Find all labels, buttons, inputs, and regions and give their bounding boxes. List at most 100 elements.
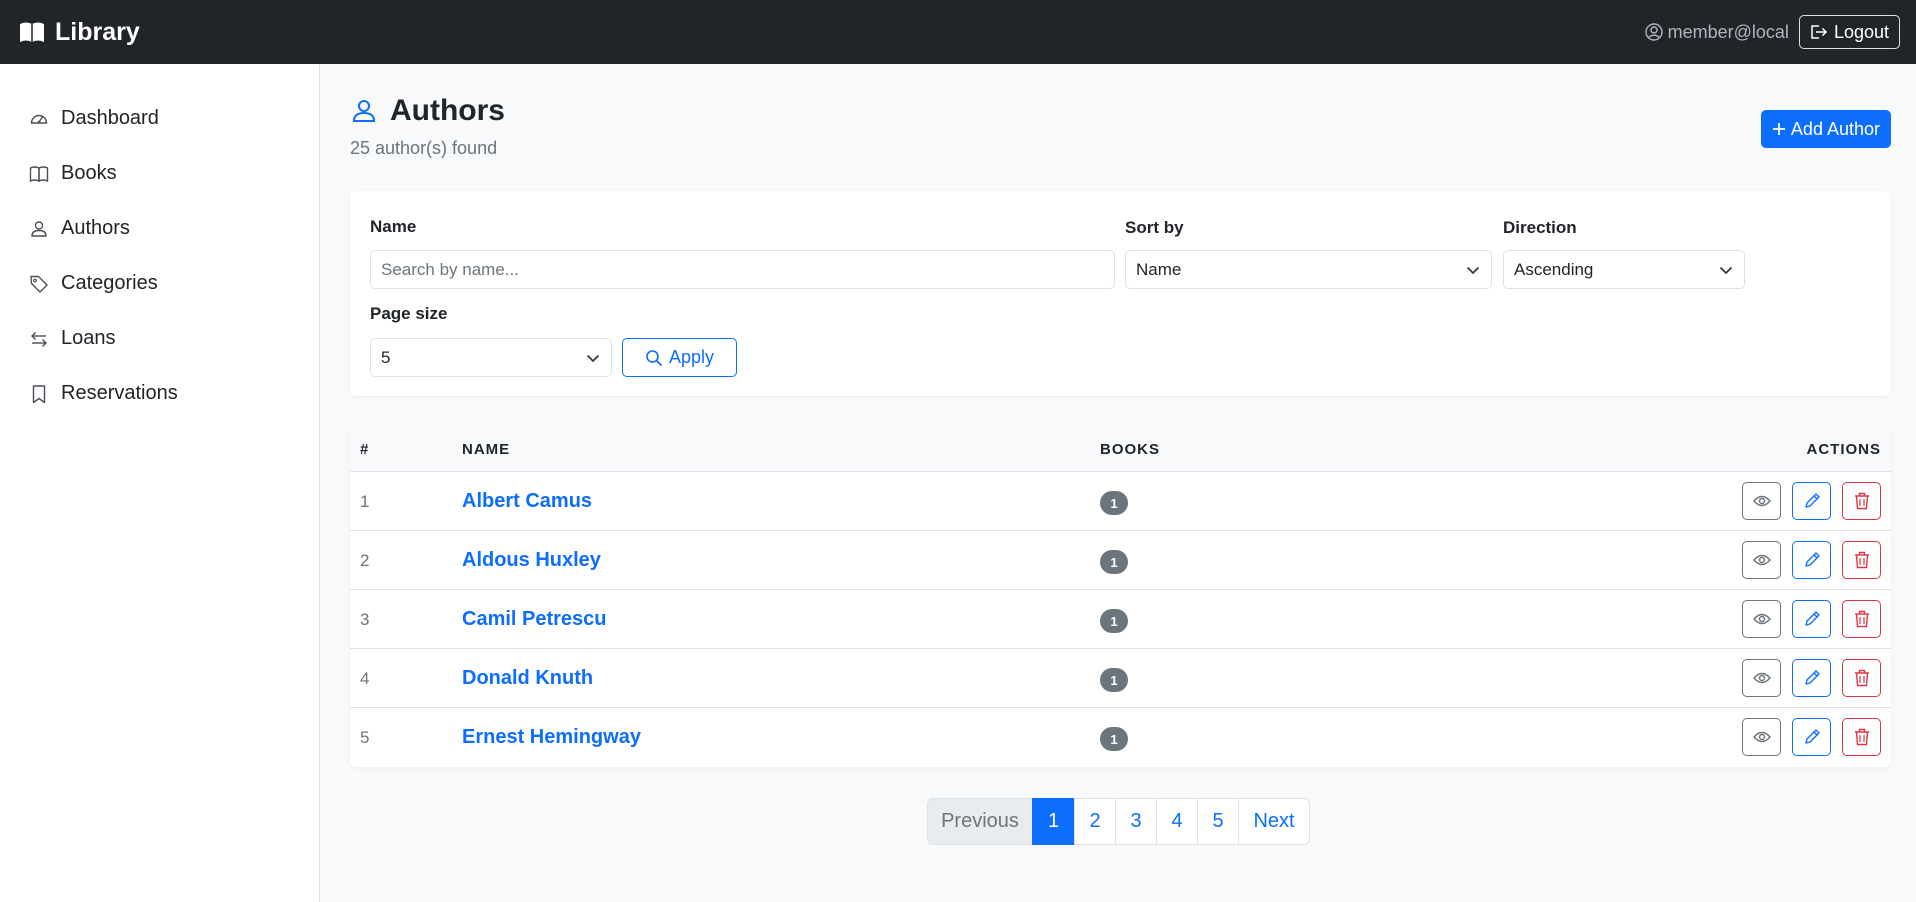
sidebar-item-categories[interactable]: Categories — [0, 256, 319, 311]
speedometer-icon — [30, 114, 48, 124]
sidebar-item-authors[interactable]: Authors — [0, 201, 319, 256]
author-name-link[interactable]: Camil Petrescu — [462, 608, 607, 631]
trash-icon — [1854, 610, 1869, 628]
search-icon — [646, 349, 663, 366]
column-header-books: BOOKS — [1100, 441, 1161, 458]
person-icon — [352, 100, 376, 122]
delete-button[interactable] — [1842, 600, 1881, 638]
page-button-3[interactable]: 3 — [1115, 798, 1157, 845]
row-actions — [1731, 541, 1881, 579]
book-open-icon — [20, 22, 44, 42]
table-row: 5 Ernest Hemingway 1 — [350, 708, 1891, 767]
delete-button[interactable] — [1842, 718, 1881, 756]
pencil-icon — [1804, 729, 1820, 744]
sidebar-item-label: Dashboard — [61, 107, 159, 129]
row-actions — [1731, 600, 1881, 638]
page-button-2[interactable]: 2 — [1074, 798, 1116, 845]
sidebar: Dashboard Books Authors Categories Loans — [0, 64, 320, 902]
direction-label: Direction — [1503, 218, 1577, 237]
page-size-select[interactable]: 5 — [370, 338, 612, 377]
view-button[interactable] — [1742, 600, 1781, 638]
author-name-link[interactable]: Aldous Huxley — [462, 549, 601, 572]
delete-button[interactable] — [1842, 659, 1881, 697]
book-icon — [29, 165, 49, 182]
sort-by-select[interactable]: Name — [1125, 250, 1492, 289]
eye-icon — [1752, 731, 1771, 743]
page-button-4[interactable]: 4 — [1156, 798, 1198, 845]
column-header-name[interactable]: NAME — [462, 441, 510, 458]
row-actions — [1731, 659, 1881, 697]
sidebar-item-label: Loans — [61, 327, 116, 349]
brand[interactable]: Library — [19, 18, 140, 47]
sidebar-item-dashboard[interactable]: Dashboard — [0, 91, 319, 146]
table-row: 4 Donald Knuth 1 — [350, 649, 1891, 708]
trash-icon — [1854, 669, 1869, 687]
current-user: member@local — [1644, 22, 1789, 43]
table-row: 2 Aldous Huxley 1 — [350, 531, 1891, 590]
table-row: 1 Albert Camus 1 — [350, 472, 1891, 531]
edit-button[interactable] — [1792, 718, 1831, 756]
view-button[interactable] — [1742, 718, 1781, 756]
pagination: Previous 1 2 3 4 5 Next — [927, 798, 1310, 845]
row-number: 1 — [360, 492, 370, 511]
result-count: 25 author(s) found — [350, 138, 498, 158]
direction-select[interactable]: Ascending — [1503, 250, 1745, 289]
edit-button[interactable] — [1792, 482, 1831, 520]
page-title: Authors — [350, 94, 505, 128]
author-name-link[interactable]: Donald Knuth — [462, 667, 593, 690]
sidebar-item-reservations[interactable]: Reservations — [0, 366, 319, 421]
apply-label: Apply — [668, 347, 715, 367]
author-name-link[interactable]: Albert Camus — [462, 490, 592, 513]
logout-label: Logout — [1833, 21, 1889, 42]
eye-icon — [1752, 554, 1771, 566]
row-number: 5 — [360, 728, 370, 747]
row-actions — [1731, 482, 1881, 520]
chevron-down-icon — [1466, 266, 1480, 274]
pencil-icon — [1804, 493, 1820, 508]
next-page-button[interactable]: Next — [1238, 798, 1310, 845]
name-filter-label: Name — [370, 217, 417, 236]
arrows-icon — [31, 331, 47, 347]
name-search-input[interactable] — [370, 250, 1115, 289]
page-title-text: Authors — [390, 94, 505, 127]
add-author-button[interactable]: Add Author — [1760, 110, 1891, 148]
table-header: # NAME BOOKS ACTIONS — [350, 426, 1891, 472]
trash-icon — [1854, 551, 1869, 569]
pencil-icon — [1804, 611, 1820, 626]
edit-button[interactable] — [1792, 541, 1831, 579]
delete-button[interactable] — [1842, 541, 1881, 579]
table-row: 3 Camil Petrescu 1 — [350, 590, 1891, 649]
sidebar-item-books[interactable]: Books — [0, 146, 319, 201]
previous-page-button[interactable]: Previous — [927, 798, 1033, 845]
top-navbar: Library member@local Logout — [0, 0, 1916, 64]
eye-icon — [1752, 495, 1771, 507]
view-button[interactable] — [1742, 482, 1781, 520]
pencil-icon — [1804, 670, 1820, 685]
edit-button[interactable] — [1792, 659, 1831, 697]
view-button[interactable] — [1742, 659, 1781, 697]
page-button-1[interactable]: 1 — [1032, 798, 1075, 845]
page-button-5[interactable]: 5 — [1197, 798, 1239, 845]
brand-name: Library — [55, 17, 140, 46]
view-button[interactable] — [1742, 541, 1781, 579]
logout-button[interactable]: Logout — [1798, 15, 1900, 49]
table-body: 1 Albert Camus 1 2 Aldous Huxley 1 3 Camil Petr… — [350, 472, 1891, 767]
apply-button[interactable]: Apply — [622, 338, 737, 377]
add-author-label: Add Author — [1790, 118, 1880, 139]
authors-table: # NAME BOOKS ACTIONS 1 Albert Camus 1 2 Aldo… — [350, 426, 1891, 767]
main-content: Authors 25 author(s) found Add Author Na… — [350, 64, 1891, 845]
book-count-badge: 1 — [1100, 727, 1128, 751]
sort-by-value: Name — [1136, 259, 1182, 279]
sidebar-item-loans[interactable]: Loans — [0, 311, 319, 366]
sidebar-item-label: Categories — [61, 272, 158, 294]
author-name-link[interactable]: Ernest Hemingway — [462, 726, 641, 749]
edit-button[interactable] — [1792, 600, 1831, 638]
eye-icon — [1752, 613, 1771, 625]
trash-icon — [1854, 492, 1869, 510]
book-count-badge: 1 — [1100, 550, 1128, 574]
sidebar-item-label: Reservations — [61, 382, 178, 404]
delete-button[interactable] — [1842, 482, 1881, 520]
trash-icon — [1854, 728, 1869, 746]
tag-icon — [30, 275, 48, 293]
page-size-value: 5 — [381, 347, 391, 367]
